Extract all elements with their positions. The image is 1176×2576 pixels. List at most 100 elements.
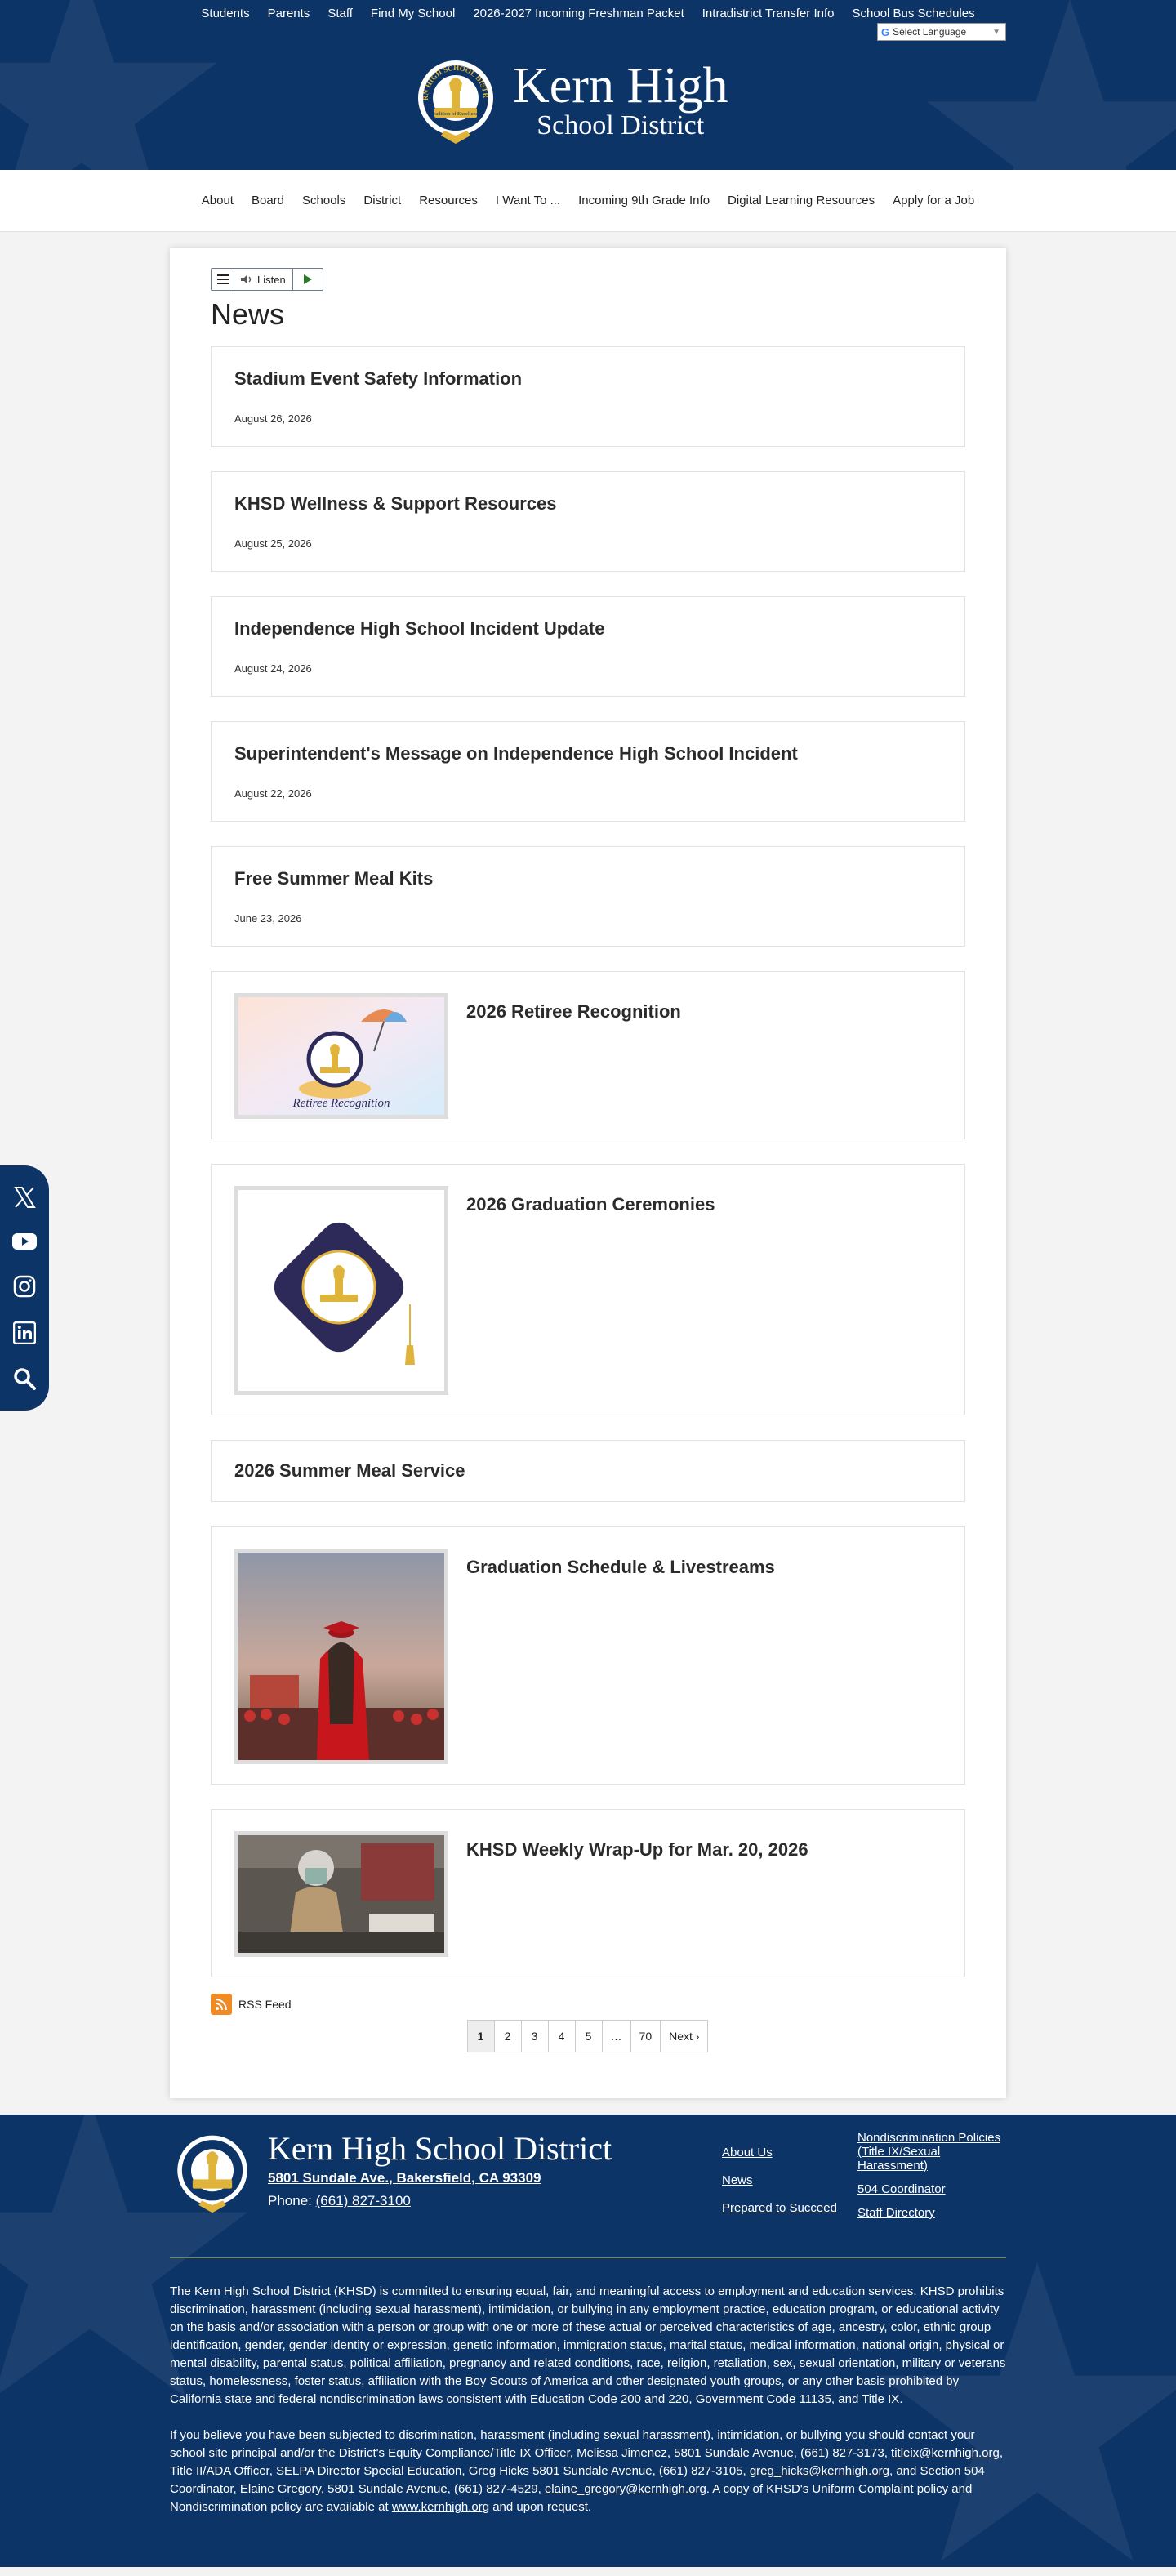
nav-resources[interactable]: Resources (419, 194, 478, 207)
footer-link-prepared-to-succeed[interactable]: Prepared to Succeed (722, 2201, 837, 2215)
footer-logo-icon (177, 2135, 247, 2213)
language-select-label: Select Language (893, 26, 967, 38)
news-item-date: August 24, 2026 (234, 662, 312, 675)
footer-link-news[interactable]: News (722, 2173, 837, 2187)
elaine-gregory-email-link[interactable]: elaine_gregory@kernhigh.org (545, 2482, 706, 2496)
news-item-date: August 25, 2026 (234, 537, 312, 550)
news-item-title[interactable]: Free Summer Meal Kits (234, 868, 942, 889)
news-item-date: August 22, 2026 (234, 787, 312, 800)
nav-i-want-to[interactable]: I Want To ... (496, 194, 560, 207)
listen-label: Listen (257, 273, 286, 286)
top-link-parents[interactable]: Parents (268, 7, 310, 20)
page-70-button[interactable]: 70 (630, 2020, 662, 2052)
rss-icon (211, 1994, 232, 2015)
news-item[interactable]: Free Summer Meal Kits June 23, 2026 (211, 846, 965, 947)
rss-feed-link[interactable]: RSS Feed (211, 1994, 965, 2015)
news-item-date: June 23, 2026 (234, 912, 302, 925)
page-1-button[interactable]: 1 (466, 2020, 495, 2052)
news-item-title[interactable]: KHSD Weekly Wrap-Up for Mar. 20, 2026 (466, 1839, 808, 1861)
footer-legal-text: The Kern High School District (KHSD) is … (170, 2283, 1006, 2516)
news-item[interactable]: KHSD Weekly Wrap-Up for Mar. 20, 2026 (211, 1809, 965, 1977)
instagram-icon[interactable] (12, 1274, 37, 1299)
footer-phone-link[interactable]: (661) 827-3100 (316, 2193, 411, 2208)
speaker-icon (241, 274, 252, 284)
news-item-title[interactable]: 2026 Retiree Recognition (466, 1001, 681, 1023)
nav-district[interactable]: District (363, 194, 401, 207)
news-item-title[interactable]: 2026 Summer Meal Service (234, 1460, 942, 1482)
news-item[interactable]: KHSD Wellness & Support Resources August… (211, 471, 965, 572)
footer-district-name: Kern High School District (268, 2130, 612, 2167)
footer-link-504-coordinator[interactable]: 504 Coordinator (858, 2182, 1004, 2196)
x-icon[interactable] (12, 1185, 37, 1210)
readspeaker-player: Listen (211, 268, 323, 291)
nav-digital-learning[interactable]: Digital Learning Resources (728, 194, 875, 207)
rss-feed-label: RSS Feed (238, 1998, 292, 2011)
nav-about[interactable]: About (202, 194, 234, 207)
top-link-find-my-school[interactable]: Find My School (371, 7, 455, 20)
site-title-line1: Kern High (513, 58, 728, 114)
site-brand[interactable]: KERN HIGH SCHOOL DISTRICT Tradition of E… (416, 56, 728, 147)
top-link-freshman-packet[interactable]: 2026-2027 Incoming Freshman Packet (473, 7, 684, 20)
news-item[interactable]: Graduation Schedule & Livestreams (211, 1526, 965, 1785)
pagination: 1 2 3 4 5 … 70 Next › (211, 2020, 965, 2052)
linkedin-icon[interactable] (13, 1321, 36, 1344)
greg-hicks-email-link[interactable]: greg_hicks@kernhigh.org (750, 2464, 889, 2478)
news-item-title[interactable]: Independence High School Incident Update (234, 618, 942, 640)
menu-icon[interactable] (212, 269, 234, 290)
news-item[interactable]: Retiree Recognition 2026 Retiree Recogni… (211, 971, 965, 1139)
news-thumbnail[interactable]: Retiree Recognition (234, 993, 448, 1119)
play-icon[interactable] (293, 269, 323, 290)
nondiscrimination-statement: The Kern High School District (KHSD) is … (170, 2284, 1006, 2406)
main-nav: About Board Schools District Resources I… (0, 170, 1176, 232)
page-title: News (211, 297, 285, 331)
footer-links-col1: About Us News Prepared to Succeed (722, 2146, 837, 2215)
top-link-students[interactable]: Students (201, 7, 249, 20)
search-icon[interactable] (12, 1366, 37, 1391)
top-link-bus-schedules[interactable]: School Bus Schedules (853, 7, 975, 20)
nav-schools[interactable]: Schools (302, 194, 345, 207)
news-thumbnail[interactable] (234, 1549, 448, 1764)
site-title-line2: School District (537, 110, 705, 140)
page-4-button[interactable]: 4 (547, 2020, 576, 2052)
page-3-button[interactable]: 3 (520, 2020, 549, 2052)
utility-nav: Students Parents Staff Find My School 20… (0, 7, 1176, 20)
news-item-title[interactable]: Stadium Event Safety Information (234, 368, 942, 390)
news-content: Listen News Stadium Event Safety Informa… (170, 248, 1006, 2098)
logo-banner-text: Tradition of Excellence (430, 111, 480, 117)
google-icon: G (881, 25, 890, 38)
nav-board[interactable]: Board (252, 194, 284, 207)
news-thumbnail[interactable] (234, 1831, 448, 1957)
dropdown-arrow-icon: ▼ (992, 27, 1000, 37)
news-item[interactable]: Superintendent's Message on Independence… (211, 721, 965, 822)
top-link-staff[interactable]: Staff (327, 7, 353, 20)
kernhigh-website-link[interactable]: www.kernhigh.org (392, 2500, 489, 2514)
news-item-title[interactable]: Superintendent's Message on Independence… (234, 743, 942, 764)
top-link-intradistrict-transfer[interactable]: Intradistrict Transfer Info (702, 7, 835, 20)
news-thumbnail[interactable] (234, 1186, 448, 1395)
district-logo-icon: KERN HIGH SCHOOL DISTRICT Tradition of E… (416, 56, 493, 144)
news-item[interactable]: Independence High School Incident Update… (211, 596, 965, 697)
footer-link-nondiscrimination[interactable]: Nondiscrimination Policies (Title IX/Sex… (858, 2131, 1004, 2173)
nav-apply-job[interactable]: Apply for a Job (893, 194, 974, 207)
news-item-title[interactable]: Graduation Schedule & Livestreams (466, 1557, 775, 1578)
news-item-title[interactable]: KHSD Wellness & Support Resources (234, 493, 942, 515)
language-select[interactable]: G Select Language ▼ (877, 23, 1006, 41)
page-2-button[interactable]: 2 (493, 2020, 522, 2052)
titleix-email-link[interactable]: titleix@kernhigh.org (891, 2446, 1000, 2460)
footer-links-col2: Nondiscrimination Policies (Title IX/Sex… (858, 2131, 1004, 2220)
news-item[interactable]: Stadium Event Safety Information August … (211, 346, 965, 447)
footer-link-staff-directory[interactable]: Staff Directory (858, 2206, 1004, 2220)
news-item[interactable]: 2026 Graduation Ceremonies (211, 1164, 965, 1415)
news-item-title[interactable]: 2026 Graduation Ceremonies (466, 1194, 715, 1215)
background-star-icon (0, 0, 217, 170)
page-5-button[interactable]: 5 (574, 2020, 603, 2052)
news-item-date: August 26, 2026 (234, 412, 312, 425)
nav-incoming-9th-grade[interactable]: Incoming 9th Grade Info (578, 194, 710, 207)
youtube-icon[interactable] (11, 1232, 38, 1251)
next-page-button[interactable]: Next › (660, 2020, 709, 2052)
footer-link-about-us[interactable]: About Us (722, 2146, 837, 2159)
site-header: Students Parents Staff Find My School 20… (0, 0, 1176, 170)
listen-button[interactable]: Listen (234, 269, 293, 290)
footer-address-link[interactable]: 5801 Sundale Ave., Bakersfield, CA 93309 (268, 2170, 612, 2186)
news-item[interactable]: 2026 Summer Meal Service (211, 1440, 965, 1502)
